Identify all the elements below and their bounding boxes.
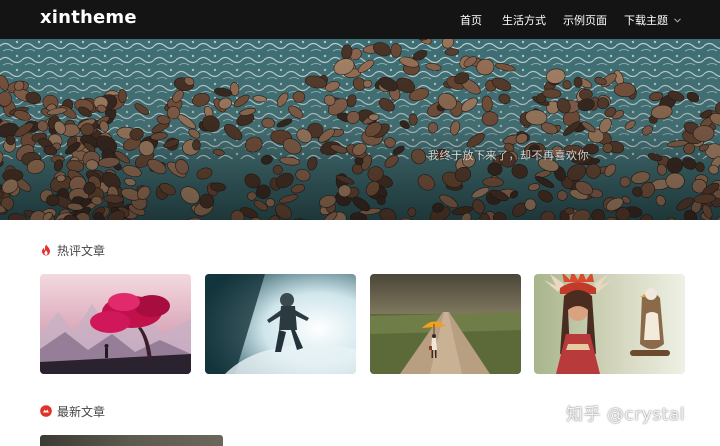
- hot-post-card[interactable]: [534, 274, 685, 374]
- latest-post-thumbnail[interactable]: [40, 435, 223, 446]
- hot-post-card[interactable]: [40, 274, 191, 374]
- top-navigation-bar: xintheme 首页 生活方式 示例页面 下载主题: [0, 0, 720, 39]
- main-nav: 首页 生活方式 示例页面 下载主题: [0, 0, 720, 39]
- nav-item-home[interactable]: 首页: [460, 12, 482, 28]
- post-thumbnail-umbrella-girl: [370, 274, 521, 374]
- post-thumbnail-astronaut: [205, 274, 356, 374]
- nav-item-lifestyle[interactable]: 生活方式: [502, 12, 546, 28]
- hero-banner[interactable]: 我终于放下来了，却不再喜欢你: [0, 39, 720, 220]
- hero-caption[interactable]: 我终于放下来了，却不再喜欢你: [428, 147, 589, 163]
- hot-posts-grid: [0, 274, 720, 374]
- hot-posts-title: 热评文章: [57, 243, 106, 258]
- nav-item-sample-page[interactable]: 示例页面: [563, 12, 607, 28]
- chevron-down-icon: [673, 18, 681, 23]
- badge-icon: [40, 405, 52, 417]
- hot-post-card[interactable]: [370, 274, 521, 374]
- watermark: 知乎 @crystal: [566, 405, 685, 425]
- post-thumbnail-pink-tree: [40, 274, 191, 374]
- flame-icon: [42, 244, 50, 256]
- hero-image: [0, 39, 720, 220]
- post-thumbnail-headdress-eagle: [534, 274, 685, 374]
- latest-posts-heading: 最新文章: [40, 402, 105, 420]
- nav-item-download-theme[interactable]: 下载主题: [624, 12, 681, 28]
- latest-posts-title: 最新文章: [57, 404, 106, 419]
- nav-item-download-label: 下载主题: [624, 14, 668, 27]
- hot-post-card[interactable]: [205, 274, 356, 374]
- hot-posts-heading: 热评文章: [40, 241, 105, 259]
